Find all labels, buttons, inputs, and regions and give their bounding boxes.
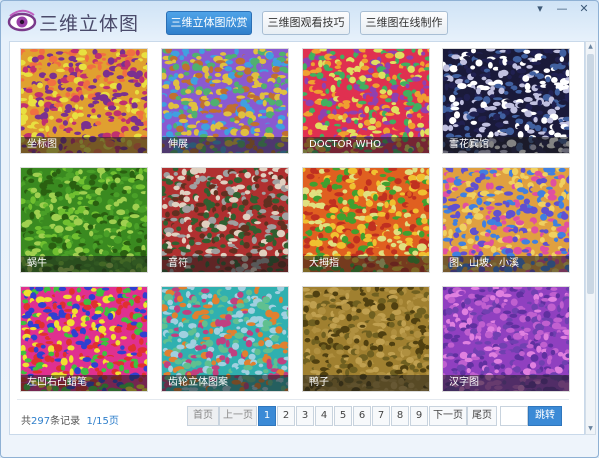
- title-bar: 三维立体图 三维立体图欣赏 三维图观看技巧 三维图在线制作 ▾ — ✕: [1, 1, 599, 41]
- stereogram-thumbnail[interactable]: 坐标图: [20, 48, 148, 154]
- last-page-button[interactable]: 尾页: [467, 406, 497, 426]
- scroll-thumb[interactable]: [587, 54, 594, 294]
- first-page-button[interactable]: 首页: [187, 406, 219, 426]
- page-number-button[interactable]: 2: [277, 406, 295, 426]
- goto-page-input[interactable]: [500, 406, 528, 426]
- eye-logo-icon: [7, 9, 37, 32]
- stereogram-thumbnail[interactable]: 齿轮立体图案: [161, 286, 289, 392]
- thumbnail-caption: 坐标图: [21, 137, 147, 153]
- record-count: 共297条记录 1/15页: [21, 412, 119, 427]
- stereogram-thumbnail[interactable]: 蜗牛: [20, 167, 148, 273]
- prev-page-button[interactable]: 上一页: [219, 406, 257, 426]
- scroll-down-icon[interactable]: ▼: [586, 424, 595, 434]
- record-prefix: 共: [21, 416, 31, 427]
- tab-viewing-tips[interactable]: 三维图观看技巧: [262, 11, 350, 35]
- stereogram-thumbnail[interactable]: DOCTOR WHO: [302, 48, 430, 154]
- tab-online-maker[interactable]: 三维图在线制作: [360, 11, 448, 35]
- page-number-button[interactable]: 8: [391, 406, 409, 426]
- thumbnail-caption: 齿轮立体图案: [162, 375, 288, 391]
- next-page-button[interactable]: 下一页: [429, 406, 467, 426]
- vertical-scrollbar[interactable]: ▲ ▼: [585, 41, 596, 435]
- record-total: 297: [31, 416, 51, 427]
- goto-button[interactable]: 跳转: [528, 406, 562, 426]
- thumbnail-caption: 大拇指: [303, 256, 429, 272]
- thumbnail-caption: 左凹右凸蜡笔: [21, 375, 147, 391]
- page-number-button[interactable]: 7: [372, 406, 390, 426]
- thumbnail-caption: 音符: [162, 256, 288, 272]
- page-number-button[interactable]: 6: [353, 406, 371, 426]
- page-number-button[interactable]: 4: [315, 406, 333, 426]
- stereogram-thumbnail[interactable]: 音符: [161, 167, 289, 273]
- thumbnail-caption: 图、山坡、小溪: [443, 256, 569, 272]
- stereogram-thumbnail[interactable]: 汉字图: [442, 286, 570, 392]
- thumbnail-caption: 蜗牛: [21, 256, 147, 272]
- scroll-up-icon[interactable]: ▲: [586, 42, 595, 52]
- thumbnail-caption: 鸭子: [303, 375, 429, 391]
- menu-button[interactable]: ▾: [529, 1, 551, 19]
- stereogram-thumbnail[interactable]: 图、山坡、小溪: [442, 167, 570, 273]
- thumbnail-caption: DOCTOR WHO: [303, 137, 429, 153]
- close-button[interactable]: ✕: [573, 1, 595, 19]
- thumbnail-caption: 雪花宾馆: [443, 137, 569, 153]
- stereogram-thumbnail[interactable]: 鸭子: [302, 286, 430, 392]
- page-number-button[interactable]: 3: [296, 406, 314, 426]
- record-suffix: 条记录: [50, 416, 81, 427]
- thumbnail-caption: 伸展: [162, 137, 288, 153]
- stereogram-thumbnail[interactable]: 伸展: [161, 48, 289, 154]
- minimize-button[interactable]: —: [551, 1, 573, 19]
- app-title: 三维立体图: [39, 13, 140, 35]
- app-window: 三维立体图 三维立体图欣赏 三维图观看技巧 三维图在线制作 ▾ — ✕ ▲ ▼ …: [0, 0, 599, 458]
- tab-gallery[interactable]: 三维立体图欣赏: [166, 11, 252, 35]
- page-number-button[interactable]: 9: [410, 406, 428, 426]
- stereogram-thumbnail[interactable]: 雪花宾馆: [442, 48, 570, 154]
- stereogram-thumbnail[interactable]: 大拇指: [302, 167, 430, 273]
- page-number-button[interactable]: 1: [258, 406, 276, 426]
- page-number-button[interactable]: 5: [334, 406, 352, 426]
- page-info: 1/15页: [86, 416, 119, 427]
- stereogram-thumbnail[interactable]: 左凹右凸蜡笔: [20, 286, 148, 392]
- thumbnail-caption: 汉字图: [443, 375, 569, 391]
